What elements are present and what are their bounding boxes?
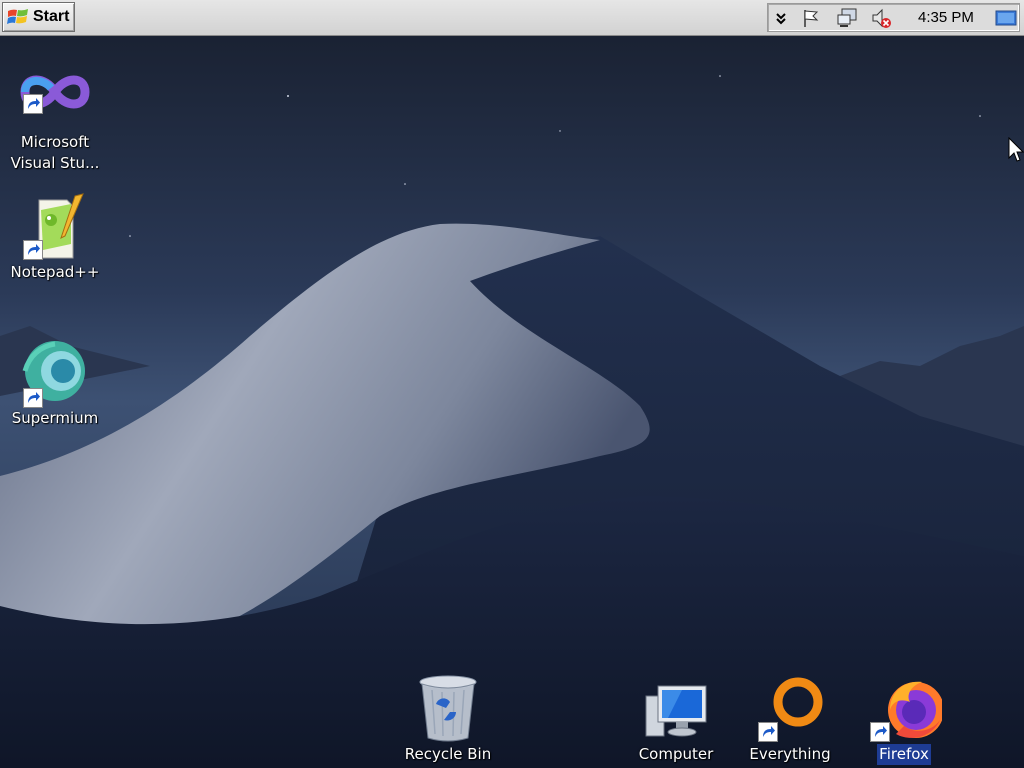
- desktop-icon-label: Recycle Bin: [404, 745, 492, 763]
- start-label: Start: [33, 8, 70, 25]
- shortcut-arrow-icon: [23, 94, 43, 114]
- shortcut-arrow-icon: [758, 722, 778, 742]
- recycle-bin-icon: [410, 674, 486, 744]
- desktop-icon-label: Microsoft: [20, 133, 90, 151]
- notepad-plus-plus-icon: [17, 192, 93, 262]
- show-desktop-icon[interactable]: [995, 7, 1017, 29]
- visual-studio-icon: [17, 62, 93, 132]
- desktop-icon-everything[interactable]: Everything: [735, 674, 845, 765]
- desktop-icon-firefox[interactable]: Firefox: [849, 674, 959, 765]
- windows-logo-icon: [7, 9, 28, 24]
- desktop-icon-supermium[interactable]: Supermium: [0, 338, 110, 429]
- system-tray: 4:35 PM: [767, 3, 1020, 32]
- desktop-wallpaper: [0, 36, 1024, 768]
- network-icon[interactable]: [836, 7, 858, 29]
- desktop-icon-label: Computer: [638, 745, 714, 763]
- desktop-icon-recycle-bin[interactable]: Recycle Bin: [393, 674, 503, 765]
- shortcut-arrow-icon: [23, 388, 43, 408]
- computer-icon: [638, 674, 714, 744]
- desktop-icon-label: Everything: [749, 745, 831, 763]
- mouse-cursor-icon: [1008, 137, 1024, 162]
- desktop-icon-label: Visual Stu...: [10, 154, 100, 172]
- action-center-flag-icon[interactable]: [800, 7, 822, 29]
- volume-muted-icon[interactable]: [870, 7, 892, 29]
- shortcut-arrow-icon: [870, 722, 890, 742]
- shortcut-arrow-icon: [23, 240, 43, 260]
- firefox-icon: [866, 674, 944, 744]
- desktop-icon-label: Notepad++: [10, 263, 100, 281]
- start-button[interactable]: Start: [2, 2, 75, 32]
- desktop-icon-notepad-plus-plus[interactable]: Notepad++: [0, 192, 110, 283]
- taskbar: Start 4:35 PM: [0, 0, 1024, 36]
- everything-search-icon: [752, 674, 828, 744]
- supermium-icon: [17, 338, 93, 408]
- desktop-icon-label: Supermium: [11, 409, 99, 427]
- desktop-icon-computer[interactable]: Computer: [621, 674, 731, 765]
- desktop-icon-label: Firefox: [877, 744, 931, 765]
- clock[interactable]: 4:35 PM: [918, 9, 974, 26]
- desktop-icon-visual-studio[interactable]: Microsoft Visual Stu...: [0, 62, 110, 174]
- chevron-double-down-icon[interactable]: [770, 7, 792, 29]
